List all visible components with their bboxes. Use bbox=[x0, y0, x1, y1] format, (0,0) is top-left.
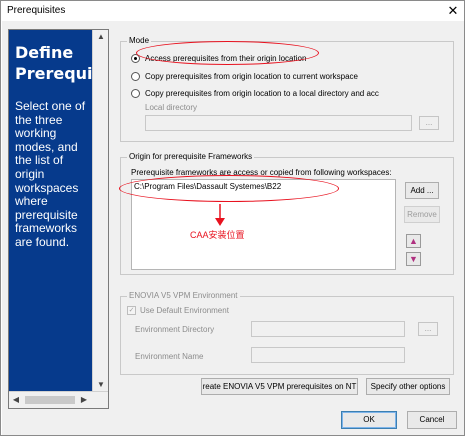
annotation-arrow-icon bbox=[215, 204, 225, 226]
annotation-caa-location: CAA安装位置 bbox=[190, 230, 245, 240]
move-down-icon[interactable]: ▼ bbox=[406, 252, 421, 266]
mode-option-copy-workspace-label: Copy prerequisites from origin location … bbox=[145, 71, 358, 81]
close-icon[interactable]: ✕ bbox=[446, 4, 460, 18]
prerequisites-dialog: Prerequisites ✕ Define Prerequisi Select… bbox=[0, 0, 465, 436]
info-heading: Define Prerequisi bbox=[15, 42, 93, 84]
info-horizontal-scrollbar[interactable]: ◀ ▶ bbox=[9, 391, 108, 408]
info-panel-content: Define Prerequisi Select one of the thre… bbox=[9, 30, 93, 392]
local-directory-browse-button[interactable]: ... bbox=[419, 116, 439, 130]
enovia-group: ENOVIA V5 VPM Environment ✓ Use Default … bbox=[120, 291, 454, 375]
scroll-right-icon[interactable]: ▶ bbox=[77, 392, 91, 408]
info-heading-line2: Prerequisi bbox=[15, 64, 93, 83]
scroll-thumb[interactable] bbox=[25, 396, 75, 404]
mode-option-copy-workspace[interactable]: Copy prerequisites from origin location … bbox=[131, 70, 358, 82]
mode-option-copy-local[interactable]: Copy prerequisites from origin location … bbox=[131, 87, 379, 99]
remove-workspace-button[interactable]: Remove bbox=[404, 206, 440, 223]
origin-group: Origin for prerequisite Frameworks Prere… bbox=[120, 152, 454, 275]
annotation-ellipse-mode bbox=[136, 41, 319, 65]
scroll-down-icon[interactable]: ▼ bbox=[93, 378, 108, 392]
radio-copy-local[interactable] bbox=[131, 88, 140, 98]
ok-button[interactable]: OK bbox=[341, 411, 397, 429]
title-bar: Prerequisites ✕ bbox=[1, 1, 464, 21]
specify-other-options-button[interactable]: Specify other options bbox=[366, 378, 450, 395]
add-workspace-button[interactable]: Add ... bbox=[405, 182, 439, 199]
env-name-input[interactable] bbox=[251, 347, 405, 363]
info-panel: Define Prerequisi Select one of the thre… bbox=[8, 29, 109, 409]
env-directory-browse-button[interactable]: ... bbox=[418, 322, 438, 336]
move-up-icon[interactable]: ▲ bbox=[406, 234, 421, 248]
scroll-up-icon[interactable]: ▲ bbox=[93, 30, 108, 44]
use-default-checkbox[interactable]: ✓ bbox=[127, 306, 136, 315]
info-heading-line1: Define bbox=[15, 43, 74, 62]
local-directory-input[interactable] bbox=[145, 115, 412, 131]
cancel-button[interactable]: Cancel bbox=[407, 411, 457, 429]
dialog-client-area: Define Prerequisi Select one of the thre… bbox=[2, 21, 464, 435]
annotation-ellipse-workspace bbox=[119, 175, 339, 202]
origin-group-label: Origin for prerequisite Frameworks bbox=[127, 152, 255, 162]
local-directory-label: Local directory bbox=[145, 103, 198, 112]
mode-group-label: Mode bbox=[127, 36, 152, 46]
create-vpm-prerequisites-button[interactable]: reate ENOVIA V5 VPM prerequisites on NT bbox=[201, 378, 358, 395]
info-description: Select one of the three working modes, a… bbox=[15, 99, 86, 249]
window-title: Prerequisites bbox=[7, 5, 66, 16]
use-default-environment-row[interactable]: ✓ Use Default Environment bbox=[127, 306, 229, 315]
env-directory-label: Environment Directory bbox=[135, 325, 215, 334]
env-name-label: Environment Name bbox=[135, 352, 204, 361]
use-default-label: Use Default Environment bbox=[140, 306, 229, 315]
enovia-group-label: ENOVIA V5 VPM Environment bbox=[127, 291, 240, 301]
info-vertical-scrollbar[interactable]: ▲ ▼ bbox=[92, 30, 108, 392]
scroll-left-icon[interactable]: ◀ bbox=[9, 392, 23, 408]
radio-copy-workspace[interactable] bbox=[131, 71, 140, 81]
env-directory-input[interactable] bbox=[251, 321, 405, 337]
mode-option-copy-local-label: Copy prerequisites from origin location … bbox=[145, 88, 379, 98]
